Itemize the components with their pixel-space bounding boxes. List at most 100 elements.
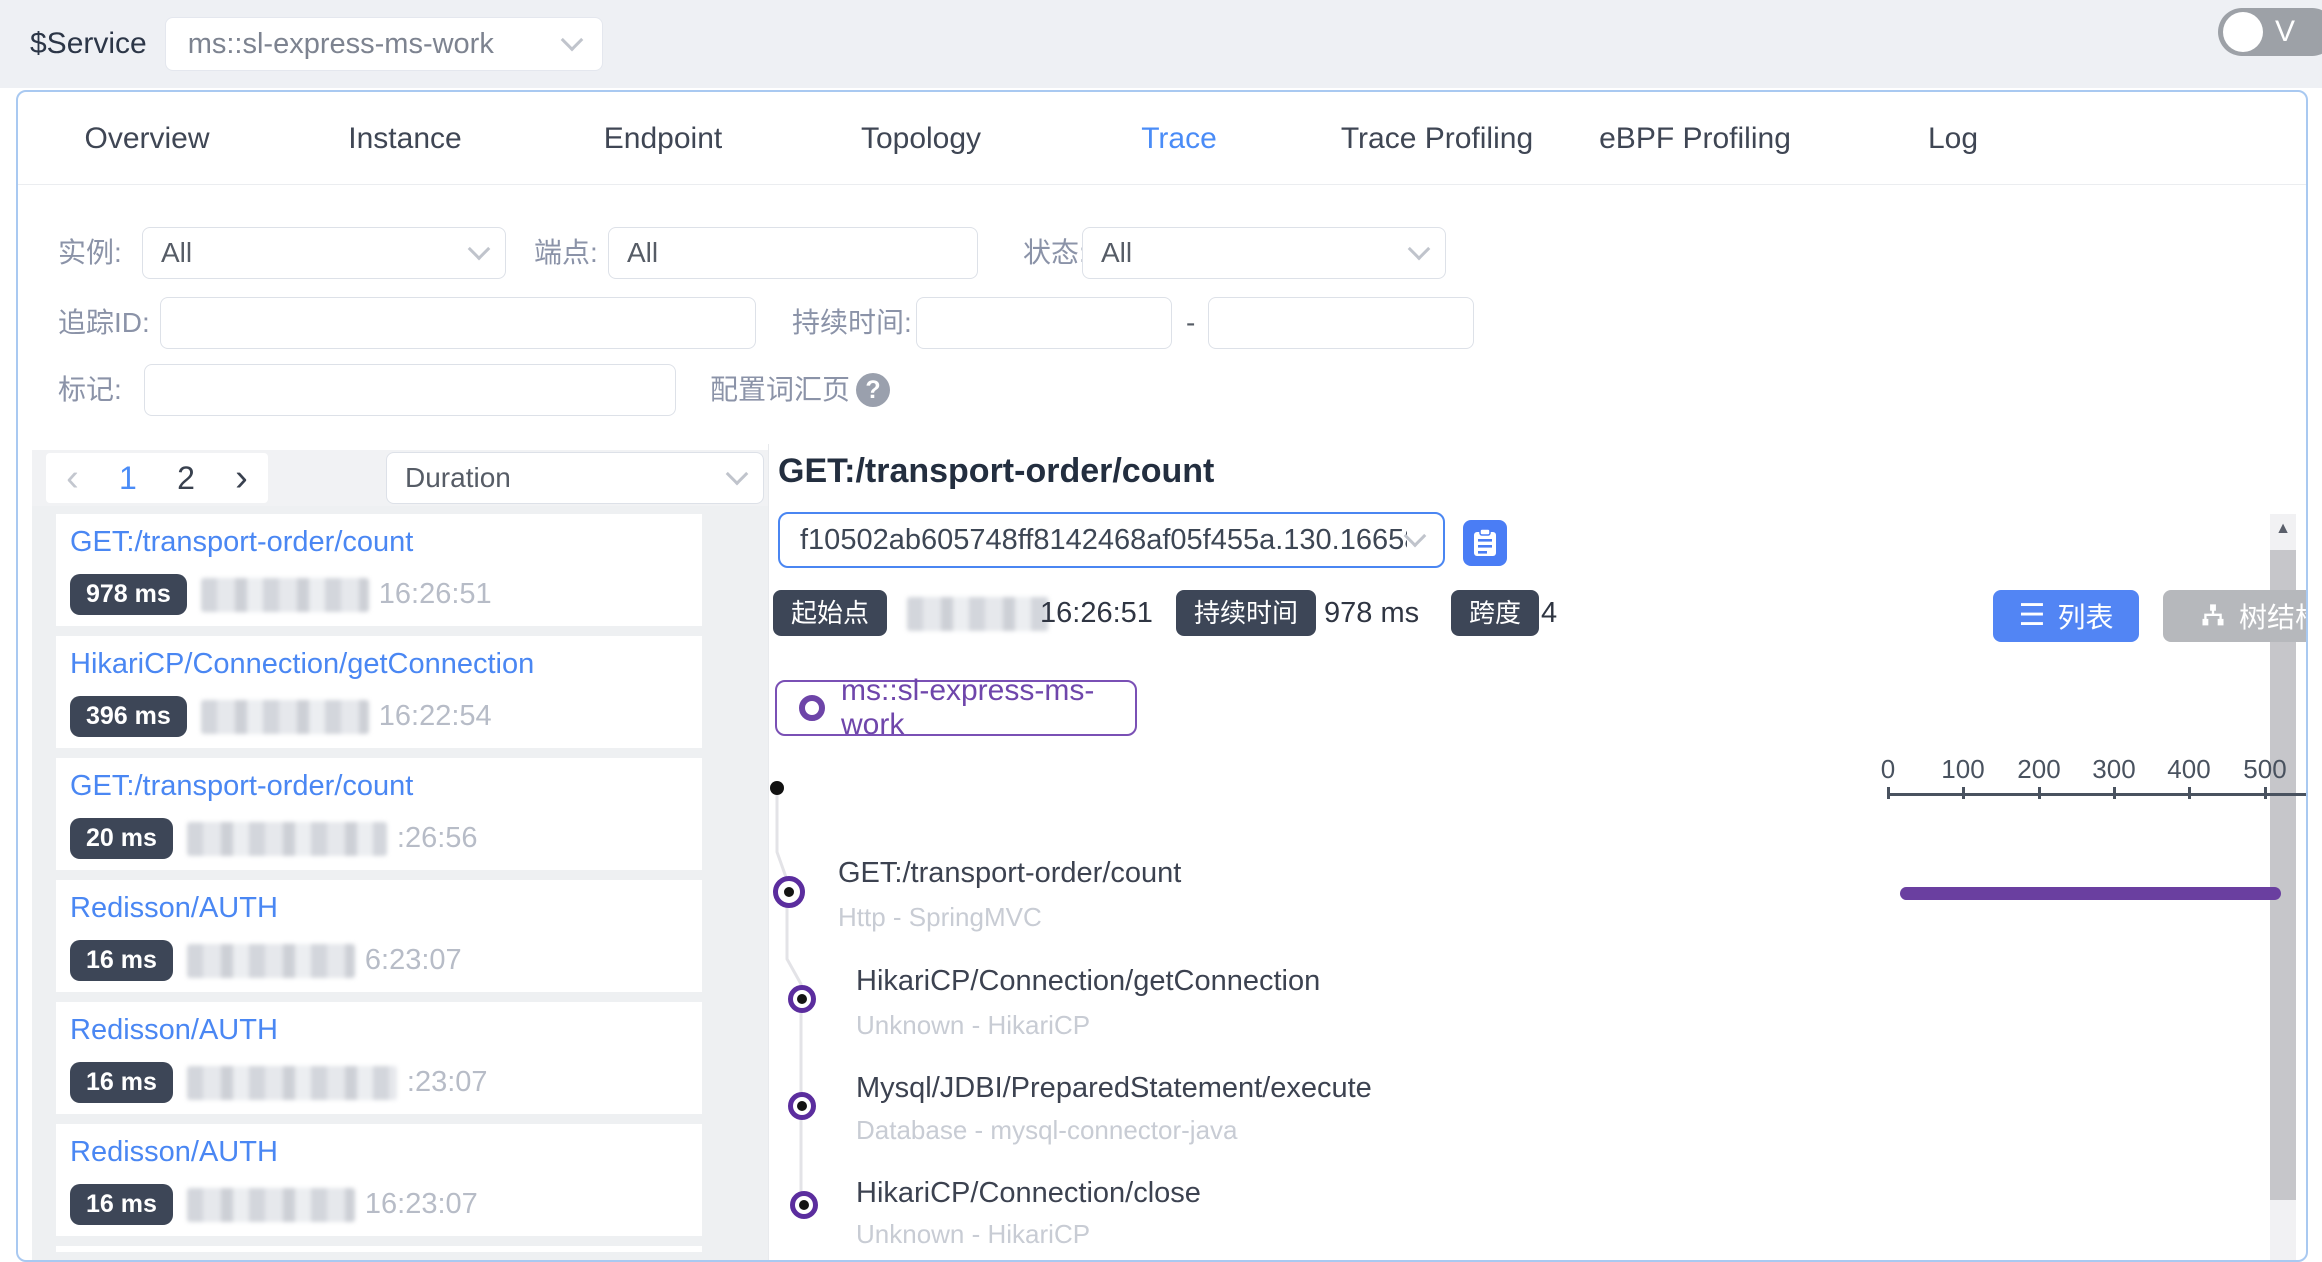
trace-endpoint-link[interactable]: GET:/transport-order/count xyxy=(70,770,413,803)
service-chip[interactable]: ms::sl-express-ms-work xyxy=(775,680,1137,736)
tab-overview[interactable]: Overview xyxy=(18,92,276,185)
page-1-button[interactable]: 1 xyxy=(119,460,137,497)
tab-log[interactable]: Log xyxy=(1824,92,2082,185)
service-ring-icon xyxy=(799,695,825,721)
span-component: Unknown - HikariCP xyxy=(856,1010,1090,1041)
span-name[interactable]: HikariCP/Connection/close xyxy=(856,1177,1201,1210)
start-point-badge: 起始点 xyxy=(773,590,887,636)
chevron-down-icon xyxy=(468,238,491,261)
top-service-bar: $Service ms::sl-express-ms-work V xyxy=(0,0,2322,88)
trace-list-item[interactable]: Redisson/AUTH 16 ms 6:23:07 xyxy=(56,880,702,992)
trace-meta-row: 起始点 16:26:51 持续时间 978 ms 跨度 4 ☰ 列表 树结构 xyxy=(769,590,2308,642)
trace-endpoint-link[interactable]: Redisson/AUTH xyxy=(70,1136,278,1169)
trace-start-time: :26:56 xyxy=(397,822,478,855)
copy-trace-id-button[interactable] xyxy=(1463,520,1507,566)
toggle-knob-icon xyxy=(2223,12,2263,52)
list-view-button[interactable]: ☰ 列表 xyxy=(1993,590,2139,642)
instance-filter-label: 实例: xyxy=(58,227,122,279)
trace-list-item[interactable]: GET:/transport-order/count 978 ms 16:26:… xyxy=(56,514,702,626)
duration-badge: 396 ms xyxy=(70,696,187,737)
tab-ebpf-profiling[interactable]: eBPF Profiling xyxy=(1566,92,1824,185)
trace-id-filter-input[interactable] xyxy=(160,297,756,349)
trace-start-time: 6:23:07 xyxy=(365,944,462,977)
trace-list-item[interactable] xyxy=(56,1246,702,1252)
chevron-down-icon xyxy=(1408,238,1431,261)
tab-topology[interactable]: Topology xyxy=(792,92,1050,185)
duration-max-input[interactable] xyxy=(1208,297,1474,349)
status-filter-label: 状态: xyxy=(1023,227,1087,279)
trace-endpoint-link[interactable]: GET:/transport-order/count xyxy=(70,526,413,559)
span-node-icon[interactable] xyxy=(788,1092,816,1120)
trace-start-time: :23:07 xyxy=(407,1066,488,1099)
duration-filter-label: 持续时间: xyxy=(792,297,912,349)
duration-badge: 16 ms xyxy=(70,1062,173,1103)
duration-min-input[interactable] xyxy=(916,297,1172,349)
trace-start-time: 16:22:54 xyxy=(379,700,492,733)
duration-badge: 16 ms xyxy=(70,940,173,981)
span-name[interactable]: GET:/transport-order/count xyxy=(838,857,1181,890)
trace-endpoint-link[interactable]: HikariCP/Connection/getConnection xyxy=(70,648,534,681)
span-count-badge: 跨度 xyxy=(1451,590,1539,636)
span-node-icon[interactable] xyxy=(790,1191,818,1219)
endpoint-filter-input[interactable]: All xyxy=(608,227,978,279)
tree-view-button[interactable]: 树结构 xyxy=(2163,590,2308,642)
tab-trace-profiling[interactable]: Trace Profiling xyxy=(1308,92,1566,185)
trace-list-item[interactable]: Redisson/AUTH 16 ms :23:07 xyxy=(56,1002,702,1114)
prev-page-button[interactable]: ‹ xyxy=(66,458,79,498)
endpoint-filter-label: 端点: xyxy=(534,227,598,279)
span-component: Http - SpringMVC xyxy=(838,902,1042,933)
clipboard-icon xyxy=(1472,528,1498,558)
span-node-icon[interactable] xyxy=(788,985,816,1013)
trace-endpoint-link[interactable]: Redisson/AUTH xyxy=(70,892,278,925)
trace-id-filter-label: 追踪ID: xyxy=(58,297,150,349)
start-time-value: 16:26:51 xyxy=(1040,590,1153,636)
next-page-button[interactable]: › xyxy=(235,458,248,498)
chevron-down-icon xyxy=(1404,525,1427,548)
chevron-down-icon xyxy=(726,463,749,486)
duration-range-separator: - xyxy=(1186,297,1195,349)
span-duration-bar[interactable] xyxy=(1900,887,2281,900)
span-component: Unknown - HikariCP xyxy=(856,1219,1090,1250)
status-filter-select[interactable]: All xyxy=(1082,227,1446,279)
sort-select-value: Duration xyxy=(405,462,729,494)
list-view-label: 列表 xyxy=(2057,596,2113,636)
trace-start-time: 16:23:07 xyxy=(365,1188,478,1221)
help-icon[interactable]: ? xyxy=(856,373,890,407)
tag-filter-label: 标记: xyxy=(58,364,122,416)
trace-start-time: 16:26:51 xyxy=(379,578,492,611)
span-name[interactable]: Mysql/JDBI/PreparedStatement/execute xyxy=(856,1072,1372,1105)
pagination: ‹ 1 2 › xyxy=(46,453,268,503)
service-select[interactable]: ms::sl-express-ms-work xyxy=(165,17,603,71)
trace-list-item[interactable]: HikariCP/Connection/getConnection 396 ms… xyxy=(56,636,702,748)
sort-select[interactable]: Duration xyxy=(386,452,764,504)
span-name[interactable]: HikariCP/Connection/getConnection xyxy=(856,965,1320,998)
instance-filter-select[interactable]: All xyxy=(142,227,506,279)
tag-filter-input[interactable] xyxy=(144,364,676,416)
status-filter-value: All xyxy=(1101,237,1411,269)
redacted-date xyxy=(907,597,1049,631)
service-label: $Service xyxy=(30,27,147,61)
config-vocabulary-link[interactable]: 配置词汇页 xyxy=(710,364,850,416)
tree-view-label: 树结构 xyxy=(2239,596,2308,636)
timeline-ruler xyxy=(1888,793,2308,796)
main-panel: Overview Instance Endpoint Topology Trac… xyxy=(16,90,2308,1262)
tab-bar: Overview Instance Endpoint Topology Trac… xyxy=(18,92,2306,185)
span-component: Database - mysql-connector-java xyxy=(856,1115,1238,1146)
trace-endpoint-link[interactable]: Redisson/AUTH xyxy=(70,1014,278,1047)
trace-list-item[interactable]: GET:/transport-order/count 20 ms :26:56 xyxy=(56,758,702,870)
trace-root-dot xyxy=(770,781,784,795)
tab-endpoint[interactable]: Endpoint xyxy=(534,92,792,185)
trace-title: GET:/transport-order/count xyxy=(778,452,1214,491)
list-icon: ☰ xyxy=(2019,601,2046,631)
trace-id-select[interactable]: f10502ab605748ff8142468af05f455a.130.166… xyxy=(778,512,1445,568)
redacted-date xyxy=(201,700,369,734)
toggle-label: V xyxy=(2275,15,2295,49)
redacted-date xyxy=(201,578,369,612)
redacted-date xyxy=(187,1188,355,1222)
tab-instance[interactable]: Instance xyxy=(276,92,534,185)
tab-trace[interactable]: Trace xyxy=(1050,92,1308,185)
version-toggle[interactable]: V xyxy=(2218,8,2322,56)
trace-list-item[interactable]: Redisson/AUTH 16 ms 16:23:07 xyxy=(56,1124,702,1236)
page-2-button[interactable]: 2 xyxy=(177,460,195,497)
span-node-icon[interactable] xyxy=(773,876,805,908)
